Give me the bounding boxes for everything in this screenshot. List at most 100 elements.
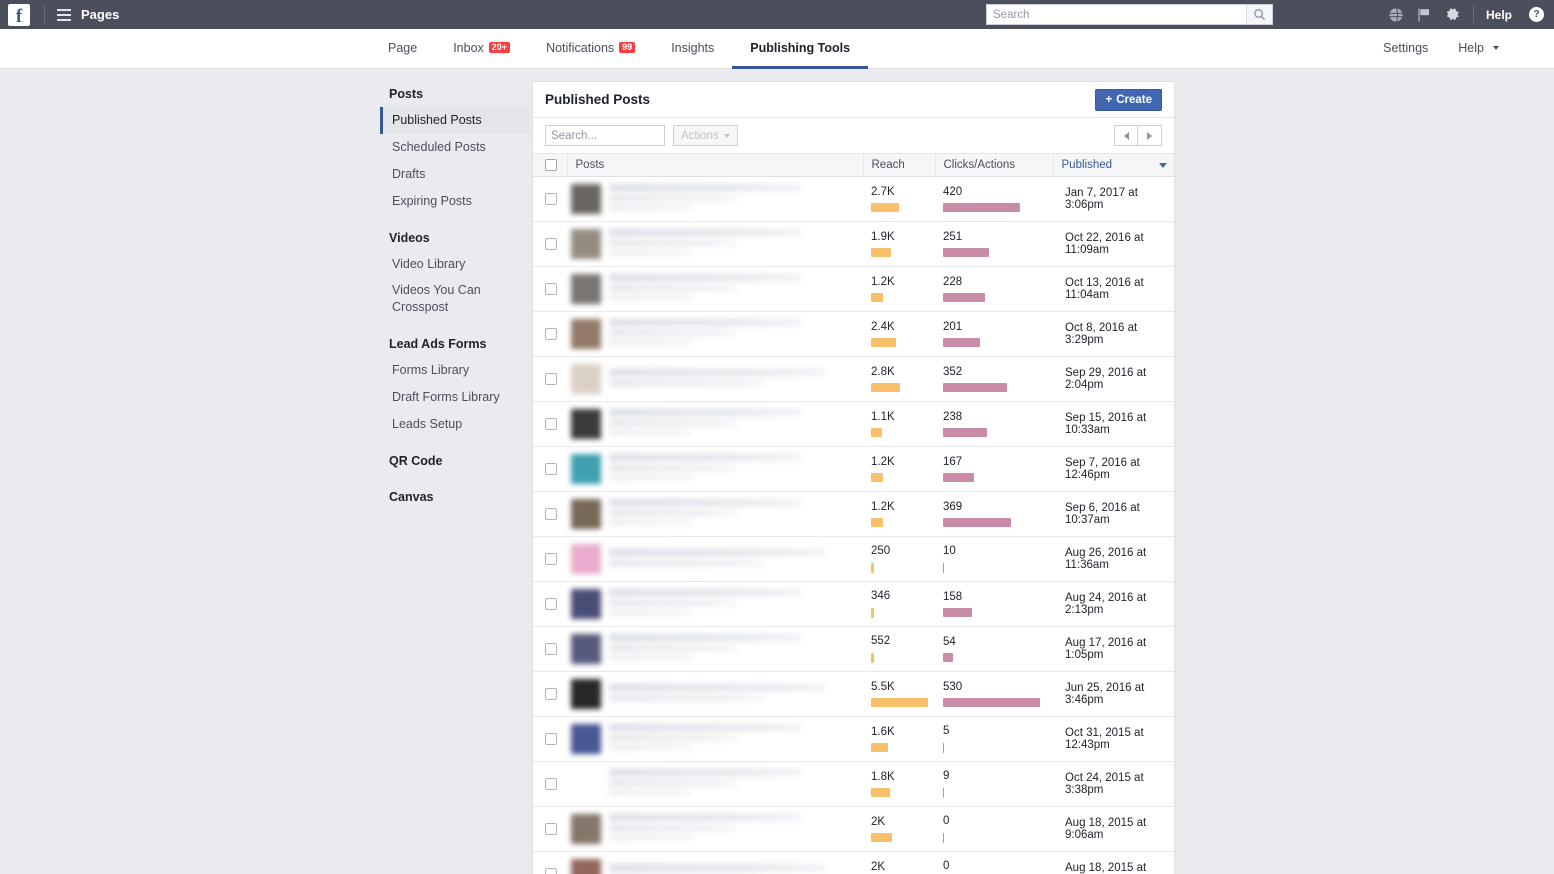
table-row[interactable]: 346 158 Aug 24, 2016 at 2:13pm: [533, 581, 1174, 627]
post-thumbnail[interactable]: [571, 814, 601, 844]
nav-tab-help[interactable]: Help: [1458, 29, 1499, 69]
posts-search[interactable]: [545, 125, 717, 146]
table-row[interactable]: 1.9K 251 Oct 22, 2016 at 11:09am: [533, 221, 1174, 267]
create-button[interactable]: + Create: [1095, 88, 1162, 111]
post-thumbnail[interactable]: [571, 499, 601, 529]
post-cell[interactable]: [567, 536, 863, 582]
nav-tab-settings[interactable]: Settings: [1383, 29, 1428, 69]
post-cell[interactable]: [567, 266, 863, 312]
help-question-icon[interactable]: ?: [1529, 7, 1544, 22]
sidebar-item-video-library[interactable]: Video Library: [380, 251, 530, 278]
row-checkbox[interactable]: [545, 598, 557, 610]
search-icon[interactable]: [1246, 5, 1272, 24]
search-input[interactable]: [987, 5, 1246, 24]
row-checkbox[interactable]: [545, 193, 557, 205]
row-checkbox[interactable]: [545, 508, 557, 520]
row-checkbox[interactable]: [545, 733, 557, 745]
table-row[interactable]: 2.8K 352 Sep 29, 2016 at 2:04pm: [533, 356, 1174, 402]
facebook-logo-icon[interactable]: f: [8, 3, 30, 26]
row-checkbox[interactable]: [545, 643, 557, 655]
gear-icon[interactable]: [1444, 6, 1461, 23]
sidebar-item-videos-you-can-crosspost[interactable]: Videos You Can Crosspost: [380, 277, 530, 321]
column-header-posts[interactable]: Posts: [566, 153, 863, 177]
hamburger-menu-icon[interactable]: [57, 8, 71, 21]
post-thumbnail[interactable]: [571, 679, 601, 709]
column-header-published[interactable]: Published: [1052, 153, 1174, 177]
sidebar-item-leads-setup[interactable]: Leads Setup: [380, 411, 530, 438]
sidebar-item-published-posts[interactable]: Published Posts: [380, 107, 530, 134]
sidebar-item-scheduled-posts[interactable]: Scheduled Posts: [380, 134, 530, 161]
globe-icon[interactable]: [1388, 7, 1404, 23]
post-cell[interactable]: [567, 852, 863, 874]
row-checkbox[interactable]: [545, 283, 557, 295]
row-checkbox[interactable]: [545, 688, 557, 700]
nav-tab-notifications[interactable]: Notifications 99: [528, 29, 653, 69]
post-cell[interactable]: [567, 176, 863, 222]
table-row[interactable]: 2.4K 201 Oct 8, 2016 at 3:29pm: [533, 311, 1174, 357]
post-thumbnail[interactable]: [571, 589, 601, 619]
select-all-checkbox[interactable]: [545, 159, 557, 171]
nav-tab-insights[interactable]: Insights: [653, 29, 732, 69]
post-cell[interactable]: [567, 221, 863, 267]
row-checkbox[interactable]: [545, 373, 557, 385]
table-row[interactable]: 1.2K 369 Sep 6, 2016 at 10:37am: [533, 491, 1174, 537]
table-row[interactable]: 1.2K 228 Oct 13, 2016 at 11:04am: [533, 266, 1174, 312]
row-checkbox[interactable]: [545, 553, 557, 565]
column-header-reach[interactable]: Reach: [862, 153, 935, 177]
row-checkbox[interactable]: [545, 463, 557, 475]
sidebar-item-expiring-posts[interactable]: Expiring Posts: [380, 188, 530, 215]
post-thumbnail[interactable]: [571, 184, 601, 214]
row-checkbox[interactable]: [545, 778, 557, 790]
table-row[interactable]: 1.8K 9 Oct 24, 2015 at 3:38pm: [533, 761, 1174, 807]
post-thumbnail[interactable]: [571, 274, 601, 304]
post-cell[interactable]: [567, 716, 863, 762]
post-cell[interactable]: [567, 446, 863, 492]
sidebar-item-draft-forms-library[interactable]: Draft Forms Library: [380, 384, 530, 411]
table-row[interactable]: 1.2K 167 Sep 7, 2016 at 12:46pm: [533, 446, 1174, 492]
post-cell[interactable]: [567, 671, 863, 717]
row-checkbox[interactable]: [545, 418, 557, 430]
table-row[interactable]: 1.1K 238 Sep 15, 2016 at 10:33am: [533, 401, 1174, 447]
table-row[interactable]: 5.5K 530 Jun 25, 2016 at 3:46pm: [533, 671, 1174, 717]
next-page-button[interactable]: [1138, 125, 1162, 146]
sidebar-item-forms-library[interactable]: Forms Library: [380, 357, 530, 384]
post-thumbnail[interactable]: [571, 634, 601, 664]
row-checkbox[interactable]: [545, 823, 557, 835]
post-thumbnail[interactable]: [571, 859, 601, 874]
actions-dropdown[interactable]: Actions: [673, 125, 738, 146]
post-thumbnail[interactable]: [571, 319, 601, 349]
sidebar-item-drafts[interactable]: Drafts: [380, 161, 530, 188]
table-row[interactable]: 552 54 Aug 17, 2016 at 1:05pm: [533, 626, 1174, 672]
table-row[interactable]: 2K 0 Aug 18, 2015 at 9:06am: [533, 806, 1174, 852]
row-checkbox[interactable]: [545, 328, 557, 340]
post-cell[interactable]: [567, 761, 863, 807]
post-thumbnail[interactable]: [571, 544, 601, 574]
nav-tab-inbox[interactable]: Inbox 20+: [435, 29, 528, 69]
nav-tab-page[interactable]: Page: [370, 29, 435, 69]
post-thumbnail[interactable]: [571, 454, 601, 484]
post-cell[interactable]: [567, 626, 863, 672]
post-thumbnail[interactable]: [571, 724, 601, 754]
post-thumbnail[interactable]: [571, 769, 601, 799]
post-thumbnail[interactable]: [571, 364, 601, 394]
post-cell[interactable]: [567, 401, 863, 447]
global-search[interactable]: [986, 4, 1273, 25]
help-menu[interactable]: Help: [1486, 8, 1512, 22]
row-checkbox[interactable]: [545, 238, 557, 250]
post-cell[interactable]: [567, 356, 863, 402]
row-checkbox[interactable]: [545, 868, 557, 874]
column-header-clicks[interactable]: Clicks/Actions: [934, 153, 1053, 177]
post-thumbnail[interactable]: [571, 409, 601, 439]
table-row[interactable]: 2K 0 Aug 18, 2015 at 9:05am: [533, 852, 1174, 874]
post-cell[interactable]: [567, 806, 863, 852]
table-row[interactable]: 1.6K 5 Oct 31, 2015 at 12:43pm: [533, 716, 1174, 762]
post-cell[interactable]: [567, 581, 863, 627]
post-cell[interactable]: [567, 491, 863, 537]
post-cell[interactable]: [567, 311, 863, 357]
previous-page-button[interactable]: [1114, 125, 1138, 146]
table-row[interactable]: 2.7K 420 Jan 7, 2017 at 3:06pm: [533, 176, 1174, 222]
nav-tab-publishing-tools[interactable]: Publishing Tools: [732, 29, 869, 69]
table-row[interactable]: 250 10 Aug 26, 2016 at 11:36am: [533, 536, 1174, 582]
post-thumbnail[interactable]: [571, 229, 601, 259]
flag-icon[interactable]: [1416, 7, 1432, 23]
